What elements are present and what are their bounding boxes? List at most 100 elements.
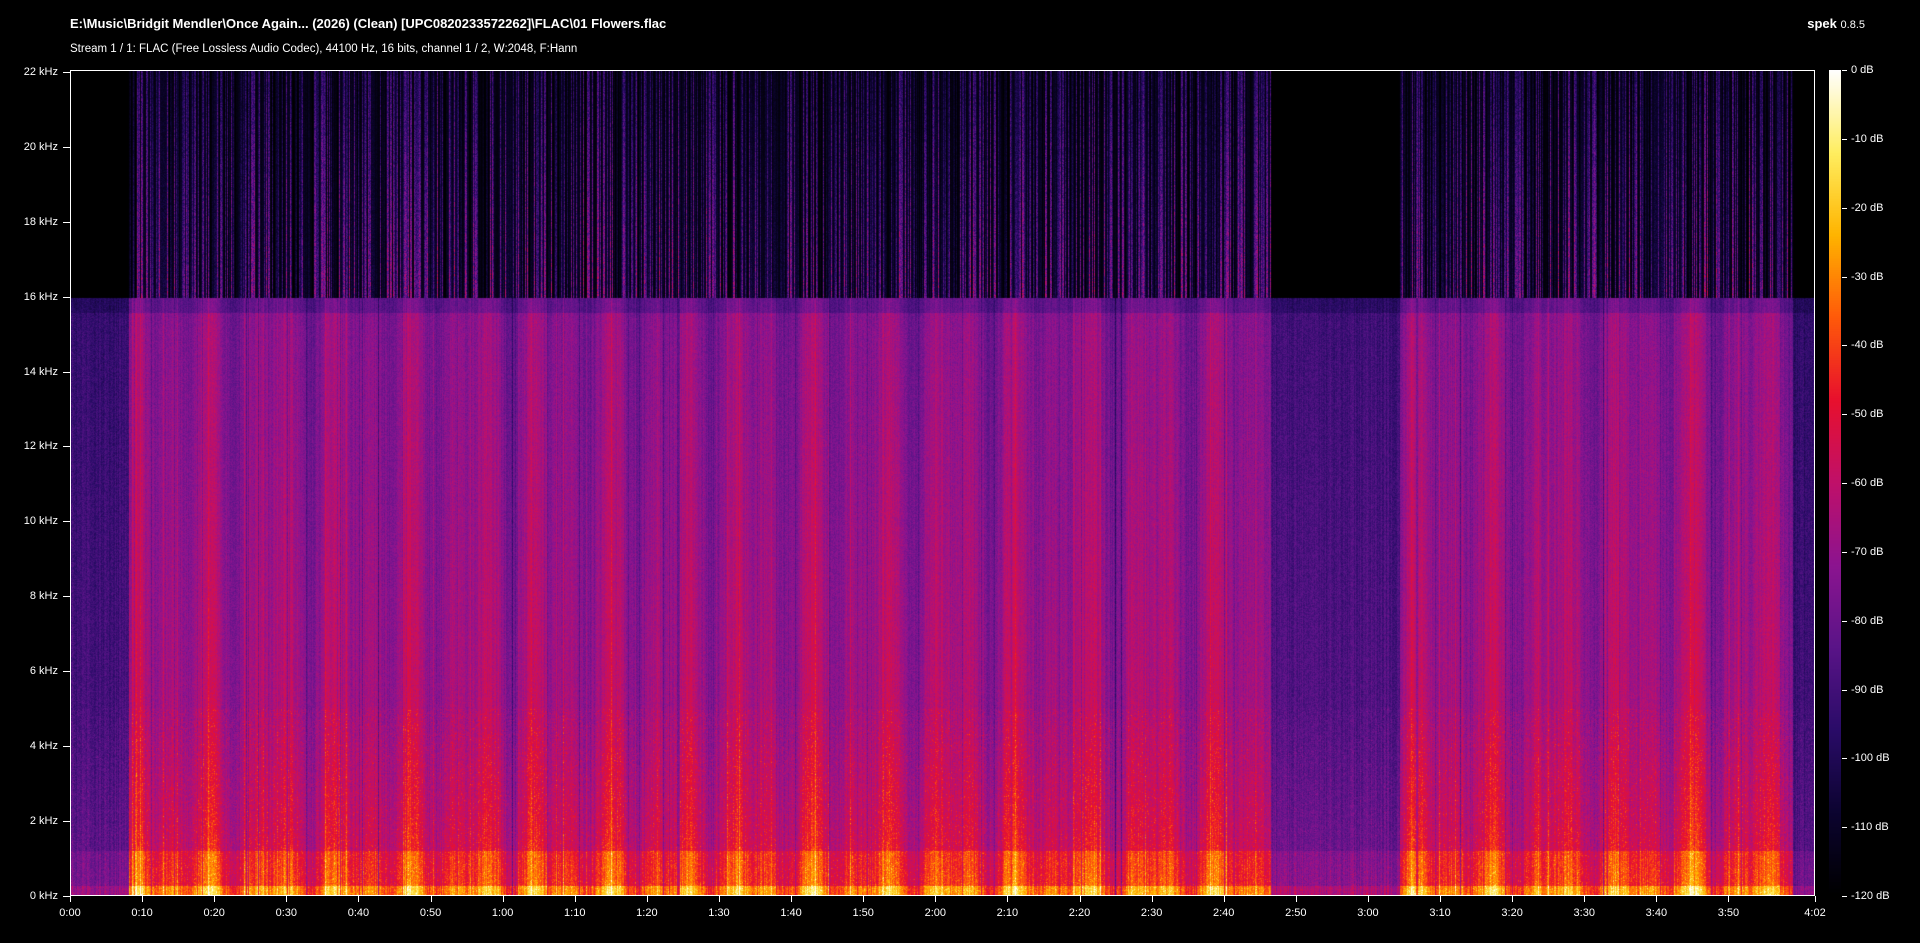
x-tick-mark [142, 896, 143, 902]
colorbar-tick [1842, 758, 1847, 759]
app-name: spek [1807, 16, 1837, 31]
x-tick-label: 2:00 [924, 907, 946, 919]
x-tick-mark [1656, 896, 1657, 902]
x-tick-mark [1080, 896, 1081, 902]
colorbar-label: -120 dB [1851, 890, 1890, 902]
x-tick-label: 2:30 [1140, 907, 1163, 919]
x-tick-label: 2:50 [1285, 907, 1307, 919]
colorbar-tick [1842, 827, 1847, 828]
colorbar-tick [1842, 277, 1847, 278]
x-tick-mark [1224, 896, 1225, 902]
x-tick-mark [1728, 896, 1729, 902]
y-tick-label: 20 kHz [23, 140, 58, 153]
y-tick-label: 8 kHz [29, 590, 58, 603]
x-tick-label: 3:00 [1357, 907, 1379, 919]
colorbar-label: -30 dB [1851, 270, 1884, 283]
x-tick-label: 0:30 [275, 907, 298, 919]
colorbar-tick [1842, 345, 1847, 346]
y-tick-mark [63, 222, 70, 223]
x-tick-mark [647, 896, 648, 902]
colorbar-tick [1842, 896, 1847, 897]
colorbar-label: -50 dB [1851, 408, 1884, 421]
x-tick-mark [791, 896, 792, 902]
colorbar-label: 0 dB [1851, 64, 1874, 76]
x-tick-mark [1512, 896, 1513, 902]
x-tick-label: 1:50 [852, 907, 874, 919]
x-tick-label: 1:10 [564, 907, 586, 919]
y-tick-mark [63, 821, 70, 822]
x-tick-mark [1152, 896, 1153, 902]
app-brand: spek 0.8.5 [1807, 16, 1865, 31]
x-tick-label: 1:00 [491, 907, 514, 919]
colorbar-label: -80 dB [1851, 614, 1884, 627]
x-tick-label: 0:20 [203, 907, 225, 919]
colorbar-tick [1842, 483, 1847, 484]
x-tick-mark [1815, 896, 1816, 902]
y-tick-mark [63, 372, 70, 373]
x-tick-mark [286, 896, 287, 902]
x-tick-label: 2:10 [996, 907, 1019, 919]
x-tick-mark [1440, 896, 1441, 902]
x-tick-label: 4:02 [1804, 907, 1826, 919]
x-tick-label: 0:10 [131, 907, 153, 919]
x-tick-label: 0:40 [347, 907, 370, 919]
x-tick-mark [358, 896, 359, 902]
colorbar-label: -60 dB [1851, 477, 1884, 489]
colorbar-tick [1842, 208, 1847, 209]
x-tick-label: 3:30 [1573, 907, 1595, 919]
y-tick-mark [63, 896, 70, 897]
y-tick-mark [63, 596, 70, 597]
y-tick-mark [63, 72, 70, 73]
x-tick-mark [1584, 896, 1585, 902]
colorbar-tick [1842, 414, 1847, 415]
x-tick-label: 3:20 [1501, 907, 1523, 919]
y-tick-mark [63, 446, 70, 447]
y-tick-label: 10 kHz [23, 515, 58, 528]
x-tick-label: 1:40 [780, 907, 802, 919]
x-tick-mark [1368, 896, 1369, 902]
x-tick-label: 2:40 [1213, 907, 1235, 919]
db-colorbar [1829, 70, 1841, 896]
colorbar-tick [1842, 690, 1847, 691]
y-tick-label: 12 kHz [23, 440, 58, 453]
colorbar-label: -100 dB [1851, 752, 1890, 765]
colorbar-label: -40 dB [1851, 339, 1884, 352]
x-tick-mark [719, 896, 720, 902]
y-tick-label: 0 kHz [29, 890, 58, 902]
y-tick-mark [63, 671, 70, 672]
app-version: 0.8.5 [1840, 19, 1865, 31]
colorbar-tick [1842, 621, 1847, 622]
x-tick-mark [214, 896, 215, 902]
y-tick-mark [63, 297, 70, 298]
y-tick-mark [63, 521, 70, 522]
colorbar-tick [1842, 139, 1847, 140]
x-tick-label: 1:20 [636, 907, 658, 919]
colorbar-label: -70 dB [1851, 545, 1884, 558]
y-tick-label: 2 kHz [29, 815, 58, 828]
y-tick-mark [63, 147, 70, 148]
y-tick-label: 4 kHz [29, 740, 58, 753]
colorbar-tick [1842, 70, 1847, 71]
y-tick-label: 6 kHz [29, 665, 58, 678]
colorbar-label: -90 dB [1851, 683, 1884, 696]
x-tick-mark [1007, 896, 1008, 902]
file-path-title: E:\Music\Bridgit Mendler\Once Again... (… [70, 16, 667, 31]
x-tick-mark [575, 896, 576, 902]
spectrogram-heatmap [71, 71, 1814, 895]
x-tick-mark [935, 896, 936, 902]
x-tick-label: 1:30 [708, 907, 730, 919]
y-tick-label: 14 kHz [23, 365, 58, 378]
x-tick-label: 3:10 [1429, 907, 1451, 919]
y-tick-label: 22 kHz [23, 65, 58, 78]
spectrogram-plot [70, 70, 1815, 896]
x-tick-mark [1296, 896, 1297, 902]
x-tick-mark [863, 896, 864, 902]
x-tick-mark [431, 896, 432, 902]
colorbar-label: -20 dB [1851, 201, 1884, 214]
colorbar-tick [1842, 552, 1847, 553]
colorbar-label: -110 dB [1851, 821, 1889, 834]
x-tick-label: 0:00 [59, 907, 81, 919]
x-tick-label: 2:20 [1068, 907, 1091, 919]
colorbar-label: -10 dB [1851, 132, 1884, 145]
x-tick-mark [70, 896, 71, 902]
